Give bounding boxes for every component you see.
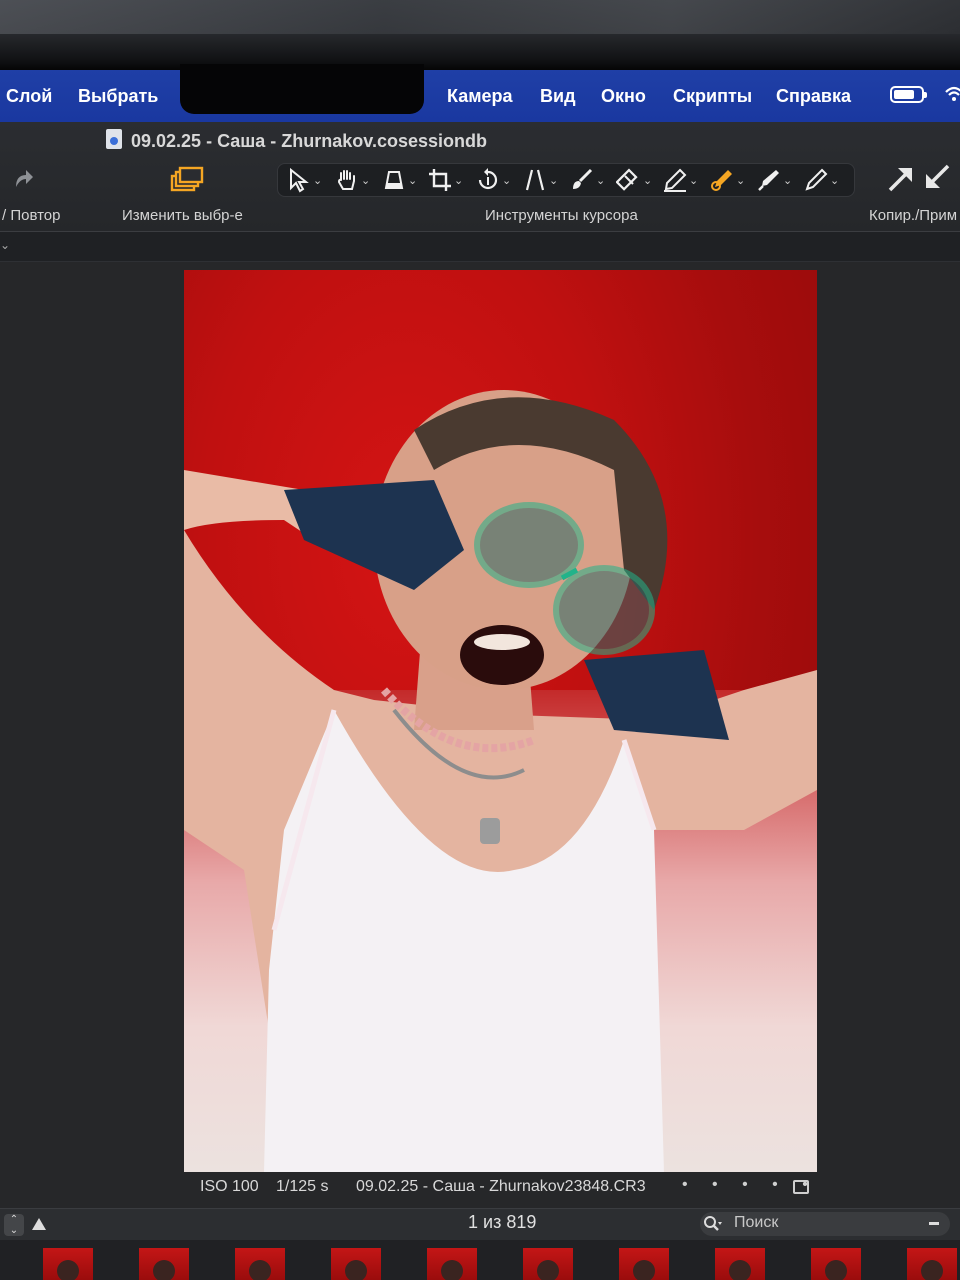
menu-camera[interactable]: Камера <box>447 86 513 107</box>
filmstrip-thumbnail[interactable] <box>139 1248 189 1280</box>
crop-icon <box>429 169 451 191</box>
filmstrip-thumbnail[interactable] <box>811 1248 861 1280</box>
color-picker-tool-button[interactable]: ⌄ <box>756 166 802 194</box>
gradient-mask-icon <box>664 168 687 192</box>
bezel-shine <box>0 0 960 34</box>
portrait-illustration <box>184 390 817 1172</box>
list-icon[interactable] <box>793 1180 809 1194</box>
keystone-icon <box>525 169 545 191</box>
select-icon <box>290 167 309 193</box>
color-picker-icon <box>758 170 779 191</box>
heal-tool-button[interactable]: ⌄ <box>709 166 755 194</box>
menu-scripts[interactable]: Скрипты <box>673 86 752 107</box>
menu-layer[interactable]: Слой <box>6 86 52 107</box>
eraser-tool-button[interactable]: ⌄ <box>616 166 662 194</box>
brush-icon <box>573 168 593 189</box>
change-selection-icon[interactable] <box>168 166 204 194</box>
filmstrip-thumbnail[interactable] <box>907 1248 957 1280</box>
menu-select[interactable]: Выбрать <box>78 86 158 107</box>
viewer-subbar <box>0 232 960 262</box>
meta-filename: 09.02.25 - Саша - Zhurnakov23848.CR3 <box>356 1178 646 1195</box>
select-tool-button[interactable]: ⌄ <box>286 166 332 194</box>
loupe-icon <box>384 171 404 189</box>
filmstrip-thumbnail[interactable] <box>619 1248 669 1280</box>
filmstrip-thumbnail[interactable] <box>523 1248 573 1280</box>
document-icon <box>106 129 122 149</box>
cursor-tools-label: Инструменты курсора <box>485 207 638 224</box>
meta-shutter-speed: 1/125 s <box>276 1178 329 1195</box>
eraser-icon <box>616 168 638 191</box>
filmstrip-thumbnail[interactable] <box>715 1248 765 1280</box>
filmstrip-thumbnail[interactable] <box>427 1248 477 1280</box>
heal-icon <box>711 170 732 191</box>
brush-tool-button[interactable]: ⌄ <box>569 166 615 194</box>
copy-apply-label[interactable]: Копир./Прим <box>869 207 957 224</box>
search-options-icon[interactable]: ▬ <box>929 1217 939 1228</box>
menu-window[interactable]: Окно <box>601 86 646 107</box>
filmstrip-thumbnail[interactable] <box>235 1248 285 1280</box>
chevron-down-icon[interactable]: ⌄ <box>0 238 10 252</box>
wifi-icon[interactable] <box>944 84 960 104</box>
copy-apply-icon[interactable] <box>886 162 952 194</box>
search-icon[interactable] <box>703 1215 723 1233</box>
hand-tool-button[interactable]: ⌄ <box>334 166 380 194</box>
camera-notch <box>180 64 424 114</box>
crop-tool-button[interactable]: ⌄ <box>427 166 473 194</box>
rotate-tool-button[interactable]: ⌄ <box>475 166 521 194</box>
menu-help[interactable]: Справка <box>776 86 851 107</box>
sort-stepper[interactable]: ⌃ ⌄ <box>4 1214 24 1236</box>
search-input[interactable] <box>734 1212 914 1234</box>
redo-icon[interactable] <box>10 165 36 191</box>
image-counter: 1 из 819 <box>468 1212 537 1232</box>
meta-iso: ISO 100 <box>200 1178 259 1195</box>
annotate-tool-button[interactable]: ⌄ <box>803 166 849 194</box>
redo-label[interactable]: / Повтор <box>2 207 60 224</box>
annotate-icon <box>805 168 828 191</box>
menu-view[interactable]: Вид <box>540 86 576 107</box>
hand-icon <box>337 170 355 190</box>
gradient-mask-tool-button[interactable]: ⌄ <box>662 166 708 194</box>
screen-bezel <box>0 0 960 70</box>
sort-direction-icon[interactable] <box>32 1218 46 1230</box>
window-title: 09.02.25 - Саша - Zhurnakov.cosessiondb <box>131 131 488 151</box>
filmstrip-thumbnail[interactable] <box>43 1248 93 1280</box>
photo-preview[interactable] <box>184 270 817 1172</box>
loupe-tool-button[interactable]: ⌄ <box>381 166 427 194</box>
keystone-tool-button[interactable]: ⌄ <box>522 166 568 194</box>
filmstrip-thumbnail[interactable] <box>331 1248 381 1280</box>
battery-icon[interactable] <box>890 86 927 103</box>
change-selection-label[interactable]: Изменить выбр-е <box>122 207 243 224</box>
rotate-icon <box>478 168 498 190</box>
